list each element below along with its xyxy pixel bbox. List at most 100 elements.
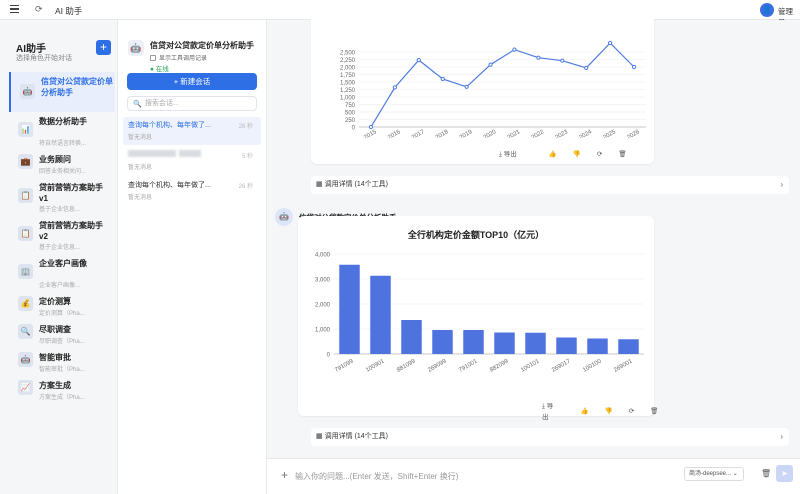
add-agent-button[interactable]: + bbox=[96, 40, 111, 55]
y-tick-label: 1,750 bbox=[340, 73, 356, 79]
data-point bbox=[464, 84, 469, 89]
conversation-preview: 暂无消息 bbox=[128, 195, 153, 201]
agent-sidebar: AI助手 选择角色开始对话 + 🤖 信贷对公贷款定价单分析助手 📊 数据分析助手… bbox=[0, 20, 118, 494]
thumbs-up-icon[interactable]: 👍 bbox=[581, 407, 589, 415]
x-tick-label: 882099 bbox=[489, 358, 510, 374]
conversation-time: 26 秒 bbox=[238, 184, 253, 190]
robot-icon: 🤖 bbox=[18, 352, 33, 367]
new-conversation-button[interactable]: + 新建会话 bbox=[127, 73, 257, 90]
refresh-icon[interactable]: ⟳ bbox=[629, 407, 634, 415]
message-actions: ⤓ 导出 👍 👎 ⟳ 🗑 bbox=[542, 400, 674, 421]
tool-details-label: 调用详情 (14个工具) bbox=[324, 181, 388, 188]
sidebar-item-desc: 定价测算（Pha... bbox=[39, 311, 85, 317]
x-tick-label: 2024 bbox=[578, 129, 593, 138]
sidebar-item-pricing-calc[interactable]: 💰 定价测算 定价测算（Pha... bbox=[9, 296, 115, 318]
export-button[interactable]: ⤓ 导出 bbox=[542, 400, 565, 421]
y-tick-label: 4,000 bbox=[315, 253, 331, 259]
sidebar-item-due-diligence[interactable]: 🔍 尽职调查 尽职调查（Pha... bbox=[9, 324, 115, 346]
bar bbox=[432, 330, 453, 354]
trash-icon[interactable]: 🗑 bbox=[618, 150, 626, 158]
conversation-time: 5 秒 bbox=[241, 154, 253, 160]
robot-icon: 🤖 bbox=[128, 40, 144, 56]
refresh-icon[interactable]: ⟳ bbox=[35, 4, 43, 15]
trash-icon[interactable]: 🗑 bbox=[761, 469, 771, 478]
bar bbox=[494, 332, 515, 354]
sidebar-item-plan-generation[interactable]: 📈 方案生成 方案生成（Pha... bbox=[9, 380, 115, 402]
conversation-title: 查询每个机构、每年做了... bbox=[128, 122, 211, 129]
sidebar-item-label: 企业客户画像 bbox=[39, 259, 87, 268]
thumbs-up-icon[interactable]: 👍 bbox=[549, 150, 557, 158]
user-avatar-icon[interactable]: 👤 bbox=[760, 3, 774, 17]
sidebar-item-desc: 方案生成（Pha... bbox=[39, 395, 85, 401]
model-select[interactable]: 商汤-deepsee... ⌄ bbox=[684, 467, 744, 481]
sidebar-item-label: 定价测算 bbox=[39, 297, 71, 306]
data-point bbox=[608, 40, 613, 46]
sidebar-item-data-analysis[interactable]: 📊 数据分析助手 将自然语言转换... bbox=[9, 116, 115, 147]
conversation-panel: 🤖 信贷对公贷款定价单分析助手 显示工具调用记录 ● 在线 + 新建会话 🔍 搜… bbox=[118, 20, 267, 494]
message-input[interactable]: 输入你的问题...(Enter 发送，Shift+Enter 换行) bbox=[295, 471, 458, 482]
x-tick-label: 2019 bbox=[459, 129, 474, 138]
input-bar: + 输入你的问题...(Enter 发送，Shift+Enter 换行) 商汤-… bbox=[267, 458, 800, 494]
chart-up-icon: 📈 bbox=[18, 380, 33, 395]
search-icon: 🔍 bbox=[133, 101, 142, 108]
agent-title: 信贷对公贷款定价单分析助手 bbox=[150, 41, 254, 50]
x-tick-label: 269001 bbox=[613, 358, 634, 374]
sidebar-item-marketing-v1[interactable]: 📋 贷前营销方案助手v1 基于企业信息... bbox=[9, 182, 115, 214]
bar-chart: 全行机构定价金额TOP10（亿元） 0 1,000 2,000 3,000 4,000 79… bbox=[315, 229, 644, 374]
clipboard-icon: 📋 bbox=[18, 226, 33, 241]
tool-details-toggle[interactable]: ▦ 调用详情 (14个工具) › bbox=[311, 428, 789, 446]
conversation-preview: 暂无消息 bbox=[128, 135, 153, 141]
y-tick-label: 1,250 bbox=[340, 88, 356, 94]
send-icon[interactable]: ➤ bbox=[776, 465, 793, 482]
bar bbox=[587, 338, 608, 354]
menu-icon[interactable] bbox=[10, 5, 19, 14]
sidebar-item-label: 数据分析助手 bbox=[39, 117, 87, 126]
conversation-time: 26 秒 bbox=[238, 124, 253, 130]
sidebar-item-desc: 将自然语言转换... bbox=[39, 141, 87, 147]
conversation-item[interactable]: 查询每个机构、每年做了... 26 秒 暂无消息 bbox=[123, 177, 261, 205]
bar bbox=[370, 275, 391, 354]
sidebar-item-smart-approval[interactable]: 🤖 智能审批 智能审批（Pha... bbox=[9, 352, 115, 374]
trash-icon[interactable]: 🗑 bbox=[650, 407, 658, 415]
chevron-right-icon: › bbox=[780, 180, 783, 189]
x-tick-label: 2023 bbox=[555, 129, 570, 138]
message-actions: ⤓ 导出 👍 👎 ⟳ 🗑 bbox=[499, 148, 643, 159]
x-tick-label: 791099 bbox=[334, 358, 355, 374]
bar bbox=[463, 330, 484, 354]
y-tick-label: 2,500 bbox=[340, 51, 356, 57]
x-tick-label: 2018 bbox=[435, 129, 450, 138]
plus-icon[interactable]: + bbox=[281, 468, 288, 482]
message-card: 0 250 500 750 1,000 1,250 1,500 1,750 2,000 2,250… bbox=[311, 14, 654, 164]
sidebar-subtitle: 选择角色开始对话 bbox=[16, 55, 72, 62]
sidebar-item-desc: 基于企业信息... bbox=[39, 207, 81, 213]
x-tick-label: 881099 bbox=[396, 358, 417, 374]
sidebar-item-marketing-v2[interactable]: 📋 贷前营销方案助手v2 基于企业信息... bbox=[9, 220, 115, 252]
sidebar-item-label: 智能审批 bbox=[39, 353, 71, 362]
app-title: AI 助手 bbox=[55, 6, 83, 16]
refresh-icon[interactable]: ⟳ bbox=[597, 150, 602, 158]
tool-details-toggle[interactable]: ▦ 调用详情 (14个工具) › bbox=[311, 176, 789, 194]
y-tick-label: 0 bbox=[352, 126, 356, 132]
sidebar-item-pricing-assistant[interactable]: 🤖 信贷对公贷款定价单分析助手 bbox=[9, 72, 115, 112]
export-button[interactable]: ⤓ 导出 bbox=[499, 148, 533, 159]
y-tick-label: 0 bbox=[327, 353, 331, 359]
sidebar-item-desc: 企业客户画像... bbox=[39, 283, 81, 289]
data-point bbox=[631, 64, 637, 70]
thumbs-down-icon[interactable]: 👎 bbox=[605, 407, 613, 415]
conversation-item[interactable]: 查询每个机构、每年做了... 26 秒 暂无消息 bbox=[123, 117, 261, 145]
bar bbox=[556, 337, 577, 354]
clipboard-icon: 📋 bbox=[18, 188, 33, 203]
y-tick-label: 2,250 bbox=[340, 58, 356, 64]
data-point bbox=[584, 65, 589, 71]
conversation-item[interactable]: 5 秒 暂无消息 bbox=[123, 147, 261, 175]
x-tick-label: 2020 bbox=[483, 129, 498, 138]
conversation-search-input[interactable]: 🔍 搜索会话... bbox=[127, 96, 257, 111]
thumbs-down-icon[interactable]: 👎 bbox=[573, 150, 581, 158]
series-line bbox=[370, 42, 635, 128]
show-tool-log-checkbox[interactable]: 显示工具调用记录 bbox=[150, 53, 207, 62]
conversation-preview: 暂无消息 bbox=[128, 165, 153, 171]
sidebar-item-label: 贷前营销方案助手v2 bbox=[39, 221, 103, 241]
sidebar-item-label: 方案生成 bbox=[39, 381, 71, 390]
sidebar-item-business-advisor[interactable]: 💼 业务顾问 回答业务相关问... bbox=[9, 154, 115, 176]
sidebar-item-customer-profile[interactable]: 🏢 企业客户画像 企业客户画像... bbox=[9, 258, 115, 290]
